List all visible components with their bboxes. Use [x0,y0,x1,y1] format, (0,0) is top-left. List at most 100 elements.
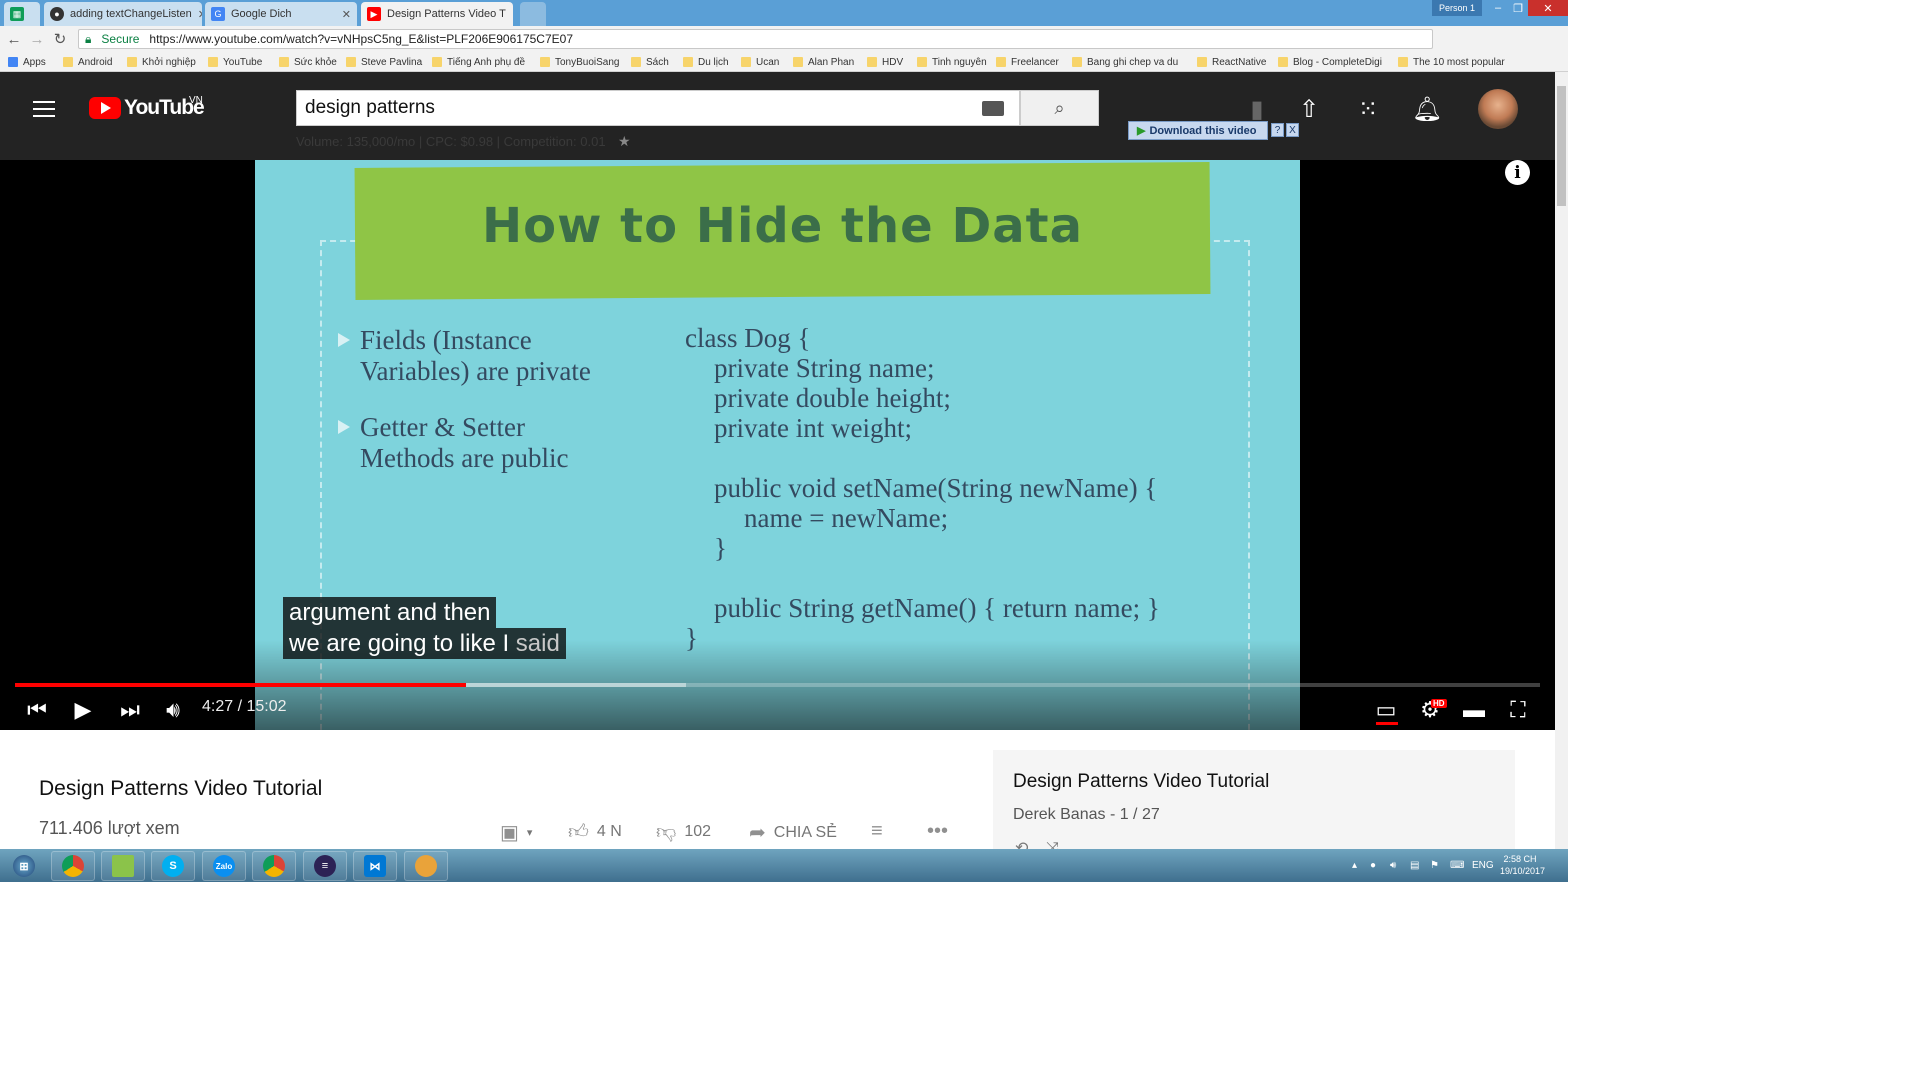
bookmark-item[interactable]: Sách [631,54,669,70]
play-button-icon[interactable]: ▶ [69,696,97,724]
taskbar-chrome[interactable] [51,851,95,881]
browser-tab-youtube[interactable]: ▶ Design Patterns Video T ✕ [361,2,513,26]
code-line: public String getName() { return name; } [714,593,1160,623]
bookmark-item[interactable]: Alan Phan [793,54,854,70]
bell-icon[interactable]: 🔔︎ [1412,96,1442,123]
browser-tab-github[interactable]: ● adding textChangeListen ✕ [44,2,202,26]
slide-title: How to Hide the Data [481,198,1084,254]
progress-bar[interactable] [15,683,1540,687]
back-icon[interactable]: ← [5,30,23,48]
subtitles-icon[interactable]: ▭ [1372,696,1400,724]
clock[interactable]: 2:58 CH 19/10/2017 [1500,853,1545,877]
bookmark-item[interactable]: Android [63,54,112,70]
bookmark-item[interactable]: Tiếng Anh phụ đề [432,54,525,70]
download-video-button[interactable]: ▶ Download this video [1128,121,1268,140]
search-button[interactable]: ⌕ [1020,90,1099,126]
theater-mode-icon[interactable]: ▬ [1460,696,1488,724]
close-tab-icon[interactable]: ✕ [198,8,202,21]
star-icon[interactable]: ★ [618,133,631,150]
start-button[interactable]: ⊞ [2,851,46,881]
apps-shortcut[interactable]: Apps [8,54,46,70]
caption-text: said [515,629,560,657]
browser-tab-translate[interactable]: G Google Dich ✕ [205,2,357,26]
bookmark-item[interactable]: Bang ghi chep va du [1072,54,1178,70]
like-count: 4 N [596,823,622,840]
bookmark-item[interactable]: The 10 most popular [1398,54,1505,70]
close-download-button[interactable]: X [1286,123,1299,137]
fullscreen-icon[interactable]: ⛶ [1504,696,1532,724]
scrollbar-thumb[interactable] [1557,86,1566,206]
taskbar-vscode[interactable]: ⋈ [353,851,397,881]
folder-icon [346,57,356,67]
minimize-icon[interactable]: – [1488,0,1508,16]
close-window-icon[interactable]: ✕ [1528,0,1568,16]
bookmark-item[interactable]: Steve Pavlina [346,54,422,70]
analytics-icon[interactable]: ▮ [1243,96,1271,123]
browser-tab-sheets[interactable]: ▦ [4,2,40,26]
play-icon: ▶ [1137,125,1146,137]
show-hidden-icons[interactable]: ▴ [1352,860,1357,871]
hamburger-menu-icon[interactable] [33,101,55,117]
tray-app-icon[interactable]: ● [1370,860,1376,871]
bookmark-item[interactable]: Sức khỏe [279,54,337,70]
volume-tray-icon[interactable]: 🔊︎ [1390,860,1396,871]
taskbar-paint[interactable] [404,851,448,881]
new-tab-button[interactable] [520,2,546,26]
dislike-button[interactable]: 👎︎ 102 [656,820,711,844]
avatar[interactable] [1478,89,1518,129]
bookmark-item[interactable]: Blog - CompleteDigi [1278,54,1382,70]
upload-icon[interactable]: ⇧ [1295,96,1323,123]
bookmark-label: Apps [23,56,46,68]
bookmark-item[interactable]: Khởi nghiệp [127,54,196,70]
folder-icon [1398,57,1408,67]
volume-icon[interactable]: 🔊︎ [159,696,187,724]
subtitles-active-indicator [1376,722,1398,725]
bookmark-item[interactable]: TonyBuoiSang [540,54,620,70]
share-button[interactable]: ➦ CHIA SẺ [749,820,837,845]
taskbar-skype[interactable]: S [151,851,195,881]
reload-icon[interactable]: ↻ [51,30,69,48]
search-input[interactable]: design patterns [296,90,1020,126]
taskbar-notepad[interactable] [101,851,145,881]
bookmark-item[interactable]: Du lịch [683,54,729,70]
close-tab-icon[interactable]: ✕ [512,8,513,21]
profile-button[interactable]: Person 1 [1432,0,1482,16]
more-actions-button[interactable]: ••• [927,820,948,843]
bookmark-item[interactable]: YouTube [208,54,262,70]
caption-line: we are going to like I said [283,628,566,659]
address-bar[interactable]: 🔒︎ Secure https://www.youtube.com/watch?… [78,29,1433,49]
apps-grid-icon[interactable]: ⁙ [1354,96,1382,123]
close-tab-icon[interactable]: ✕ [342,8,351,21]
info-icon[interactable]: i [1505,160,1530,185]
help-button[interactable]: ? [1271,123,1284,137]
bookmark-item[interactable]: ReactNative [1197,54,1266,70]
taskbar-zalo[interactable]: Zalo [202,851,246,881]
download-label: Download this video [1149,124,1257,137]
previous-icon[interactable]: ⏮︎ [23,696,51,724]
bookmark-item[interactable]: HDV [867,54,903,70]
bullet-line: Variables) are private [360,356,591,386]
bullet-line: Methods are public [360,443,569,473]
skype-icon: S [162,855,184,877]
flag-icon[interactable]: ⚑ [1430,860,1439,871]
save-button[interactable]: ≡ [871,820,883,843]
bookmark-label: Alan Phan [808,56,855,68]
next-icon[interactable]: ⏭︎ [116,696,144,724]
view-count: 711.406 lượt xem [39,818,180,838]
add-to-playlist-button[interactable]: ▣ ▾ [500,820,532,845]
playlist-title[interactable]: Design Patterns Video Tutorial [1013,771,1269,793]
bookmark-item[interactable]: Freelancer [996,54,1059,70]
taskbar-eclipse[interactable]: ≡ [303,851,347,881]
bookmark-item[interactable]: Tinh nguyên [917,54,987,70]
keyboard-tray-icon[interactable]: ⌨ [1450,860,1464,871]
keyboard-icon[interactable] [982,101,1004,116]
code-line: } [714,533,727,563]
network-icon[interactable]: ▤ [1410,860,1419,871]
bookmark-item[interactable]: Ucan [741,54,779,70]
taskbar-chrome-app[interactable] [252,851,296,881]
like-button[interactable]: 👍︎ 4 N [568,820,622,844]
language-indicator[interactable]: ENG [1472,860,1494,871]
restore-icon[interactable]: ❐ [1508,0,1528,16]
forward-icon[interactable]: → [28,30,46,48]
youtube-logo-icon[interactable] [89,97,121,119]
